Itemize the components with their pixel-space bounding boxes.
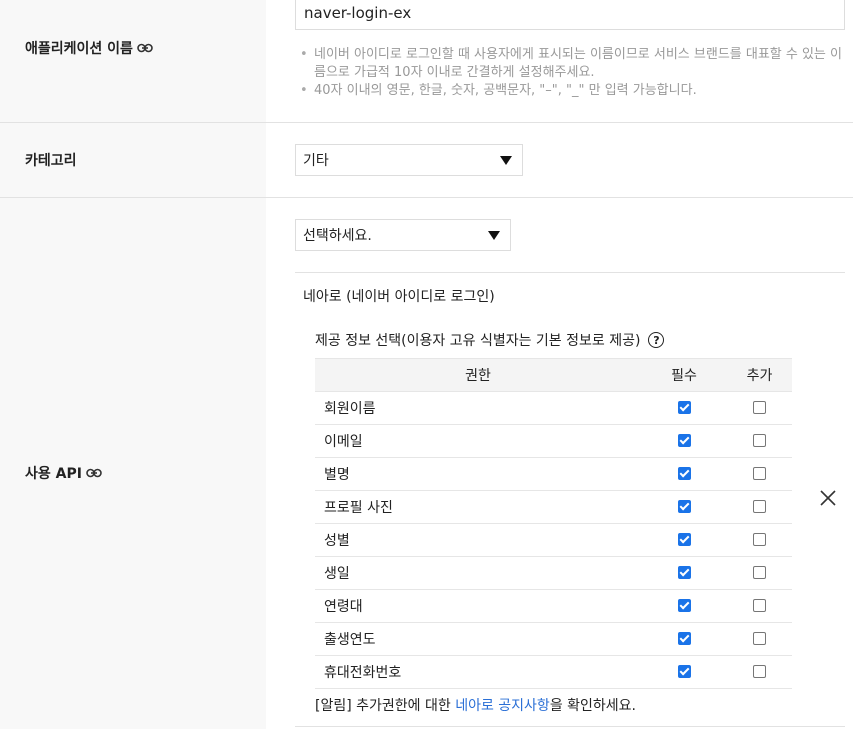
- additional-checkbox[interactable]: [753, 598, 766, 612]
- table-row: 휴대전화번호: [315, 655, 792, 689]
- additional-cell: [727, 490, 792, 524]
- required-checkbox[interactable]: [677, 664, 691, 678]
- additional-cell: [727, 391, 792, 425]
- column-header-required: 필수: [641, 358, 727, 392]
- required-checkbox[interactable]: [677, 499, 691, 513]
- required-checkbox[interactable]: [677, 466, 691, 480]
- additional-checkbox[interactable]: [753, 532, 766, 546]
- required-cell: [641, 424, 727, 458]
- close-icon[interactable]: [818, 488, 838, 508]
- additional-checkbox[interactable]: [753, 433, 766, 447]
- additional-checkbox[interactable]: [753, 565, 766, 579]
- permission-name: 성별: [315, 523, 641, 557]
- permission-name: 프로필 사진: [315, 490, 641, 524]
- required-checkbox[interactable]: [677, 532, 691, 546]
- row-divider: [0, 122, 853, 123]
- additional-checkbox[interactable]: [753, 466, 766, 480]
- permission-name: 출생연도: [315, 622, 641, 656]
- required-checkbox[interactable]: [677, 631, 691, 645]
- category-select[interactable]: 기타: [295, 144, 523, 176]
- app-name-input[interactable]: naver-login-ex: [295, 0, 845, 30]
- additional-cell: [727, 655, 792, 689]
- required-cell: [641, 556, 727, 590]
- additional-cell: [727, 589, 792, 623]
- permission-name: 연령대: [315, 589, 641, 623]
- required-cell: [641, 622, 727, 656]
- column-header-permission: 권한: [315, 358, 641, 392]
- table-row: 출생연도: [315, 622, 792, 656]
- caret-down-icon: [500, 155, 512, 165]
- table-row: 회원이름: [315, 391, 792, 425]
- api-label: 사용 API: [25, 463, 104, 483]
- row-divider: [0, 197, 853, 198]
- required-cell: [641, 589, 727, 623]
- notice-link[interactable]: 네아로 공지사항: [455, 698, 550, 714]
- required-checkbox[interactable]: [677, 400, 691, 414]
- additional-checkbox[interactable]: [753, 499, 766, 513]
- app-name-hints: 네이버 아이디로 로그인할 때 사용자에게 표시되는 이름이므로 서비스 브랜드…: [297, 46, 847, 100]
- notice-text: [알림] 추가권한에 대한 네아로 공지사항을 확인하세요.: [315, 698, 637, 714]
- table-row: 성별: [315, 523, 792, 557]
- table-row: 이메일: [315, 424, 792, 458]
- link-icon[interactable]: [86, 466, 104, 480]
- table-row: 별명: [315, 457, 792, 491]
- additional-cell: [727, 523, 792, 557]
- required-cell: [641, 490, 727, 524]
- app-name-label: 애플리케이션 이름: [25, 38, 155, 58]
- additional-checkbox[interactable]: [753, 631, 766, 645]
- hint-text: 네이버 아이디로 로그인할 때 사용자에게 표시되는 이름이므로 서비스 브랜드…: [297, 46, 847, 82]
- hint-text: 40자 이내의 영문, 한글, 숫자, 공백문자, "–", "_" 만 입력 …: [297, 82, 847, 100]
- required-cell: [641, 523, 727, 557]
- required-cell: [641, 457, 727, 491]
- help-icon[interactable]: ?: [648, 332, 665, 348]
- permission-name: 휴대전화번호: [315, 655, 641, 689]
- label-column: [0, 0, 266, 729]
- table-row: 연령대: [315, 589, 792, 623]
- permission-rows: 회원이름 이메일 별명 프로필 사진 성별 생일 연령대 출생연도 휴대전화번호: [315, 391, 792, 689]
- table-row: 생일: [315, 556, 792, 590]
- additional-cell: [727, 556, 792, 590]
- table-row: 프로필 사진: [315, 490, 792, 524]
- required-checkbox[interactable]: [677, 565, 691, 579]
- api-title: 네아로 (네이버 아이디로 로그인): [303, 289, 495, 305]
- additional-checkbox[interactable]: [753, 400, 766, 414]
- info-select-title: 제공 정보 선택(이용자 고유 식별자는 기본 정보로 제공) ?: [315, 330, 665, 350]
- required-checkbox[interactable]: [677, 598, 691, 612]
- required-cell: [641, 655, 727, 689]
- permission-name: 회원이름: [315, 391, 641, 425]
- permission-name: 생일: [315, 556, 641, 590]
- column-header-additional: 추가: [727, 358, 792, 392]
- required-checkbox[interactable]: [677, 433, 691, 447]
- permission-table: 권한 필수 추가 회원이름 이메일 별명 프로필 사진 성별 생일 연령대 출생연도 휴대전화번…: [315, 358, 792, 689]
- additional-cell: [727, 424, 792, 458]
- additional-cell: [727, 622, 792, 656]
- additional-cell: [727, 457, 792, 491]
- additional-checkbox[interactable]: [753, 664, 766, 678]
- api-select[interactable]: 선택하세요.: [295, 219, 511, 251]
- permission-name: 별명: [315, 457, 641, 491]
- permission-name: 이메일: [315, 424, 641, 458]
- caret-down-icon: [488, 230, 500, 240]
- category-label: 카테고리: [25, 153, 77, 169]
- link-icon[interactable]: [137, 41, 155, 55]
- required-cell: [641, 391, 727, 425]
